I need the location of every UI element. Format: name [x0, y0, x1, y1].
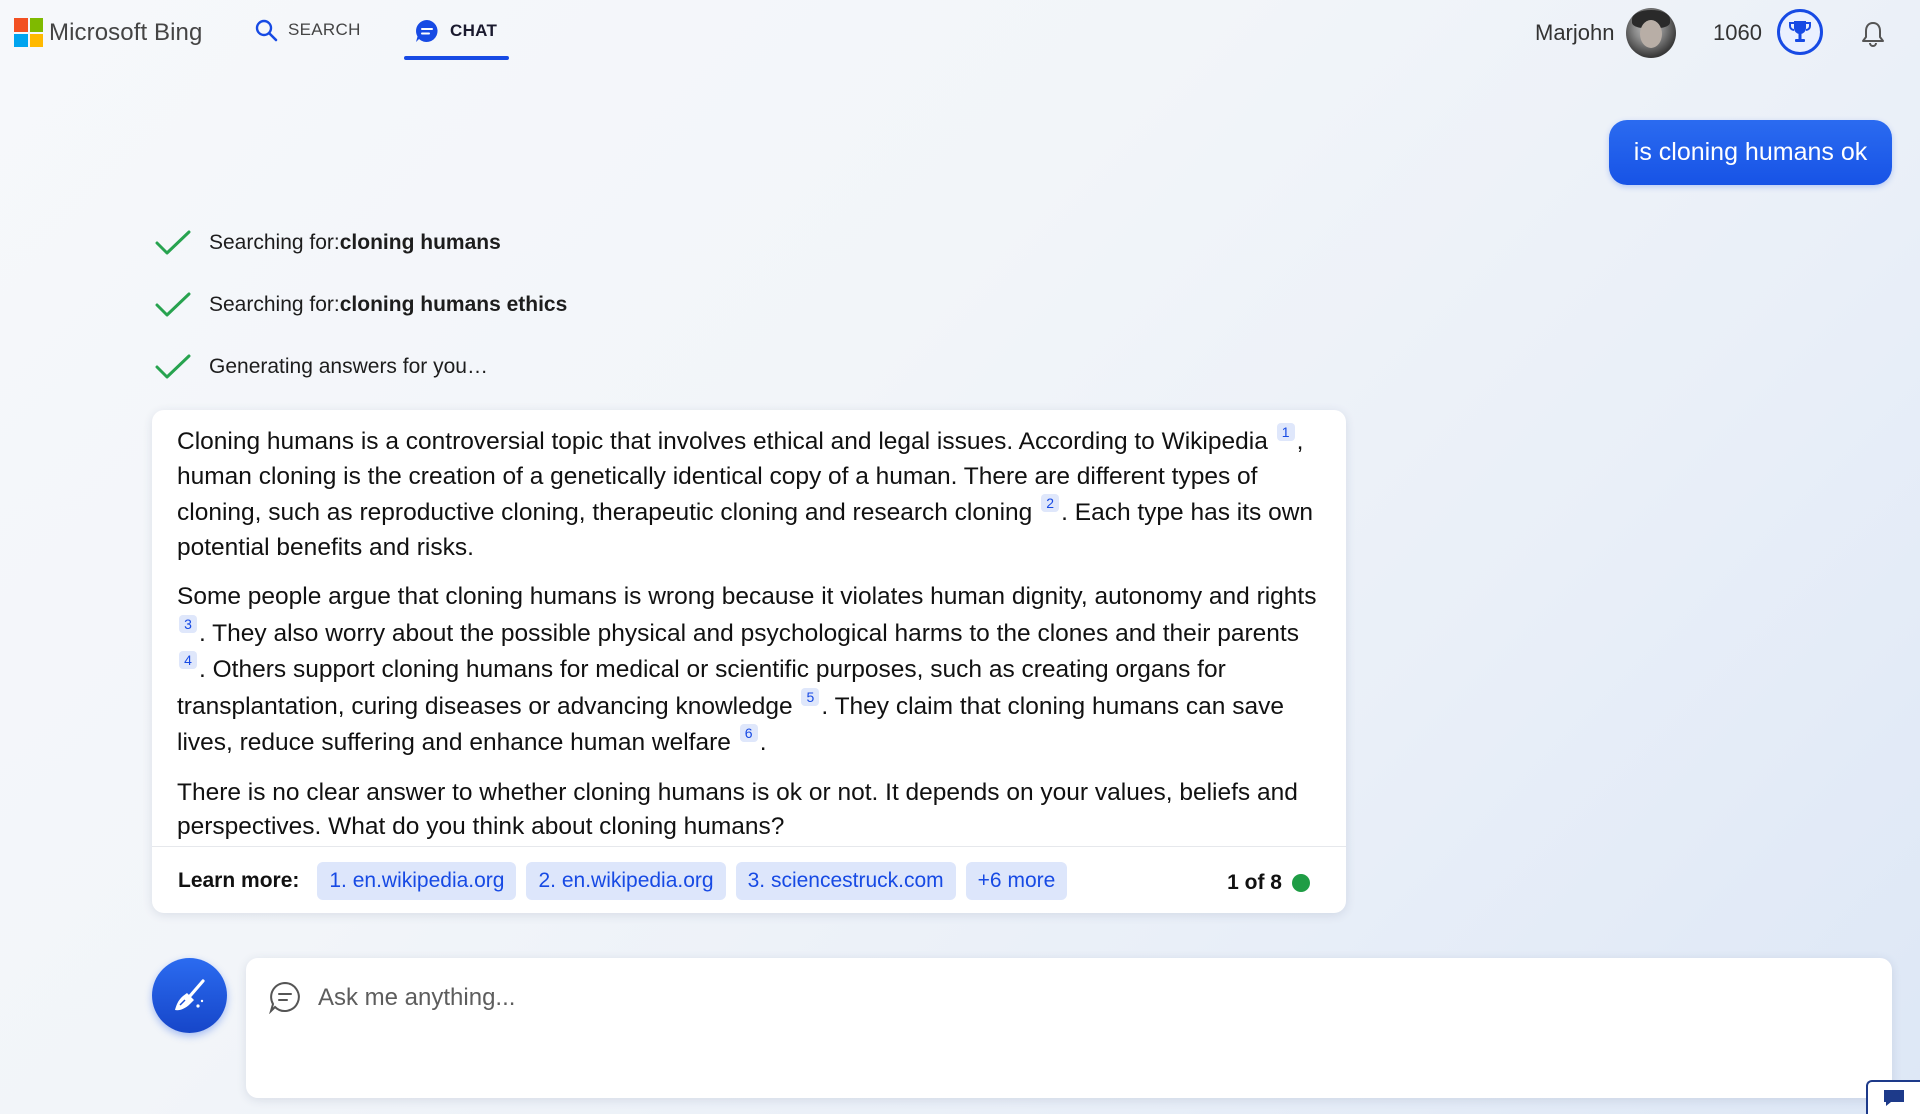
citation-badge[interactable]: 4 — [179, 651, 197, 669]
checkmark-icon — [155, 292, 191, 317]
learn-more-row: Learn more: 1. en.wikipedia.org 2. en.wi… — [178, 862, 1328, 900]
divider — [152, 846, 1346, 847]
source-link[interactable]: 1. en.wikipedia.org — [317, 862, 517, 900]
learn-more-label: Learn more: — [178, 869, 300, 892]
bell-icon[interactable] — [1860, 20, 1886, 53]
tab-chat[interactable]: CHAT — [414, 18, 497, 44]
status-step: Searching for: cloning humans ethics — [155, 292, 567, 318]
avatar[interactable] — [1626, 8, 1676, 58]
status-dot-icon — [1292, 874, 1310, 892]
trophy-icon — [1789, 21, 1811, 42]
chat-input[interactable] — [318, 980, 1718, 1016]
answer-text: . — [759, 729, 767, 756]
microsoft-logo-icon — [14, 18, 43, 47]
answer-paragraph: There is no clear answer to whether clon… — [177, 778, 1298, 841]
citation-badge[interactable]: 2 — [1041, 494, 1060, 512]
answer-text: Cloning humans is a controversial topic … — [177, 428, 1275, 455]
source-link[interactable]: 2. en.wikipedia.org — [526, 862, 726, 900]
answer-text: . They also worry about the possible phy… — [199, 619, 1299, 647]
search-icon — [255, 19, 278, 42]
status-prefix: Generating answers for you… — [209, 355, 488, 378]
active-tab-indicator — [404, 56, 509, 60]
chat-bubble-icon — [416, 20, 438, 42]
feedback-button[interactable] — [1866, 1080, 1920, 1114]
logo-text: Microsoft Bing — [49, 18, 203, 46]
user-message-bubble: is cloning humans ok — [1609, 120, 1892, 185]
answer-body: Cloning humans is a controversial topic … — [177, 423, 1327, 860]
tab-chat-label: CHAT — [450, 21, 498, 40]
answer-card: Cloning humans is a controversial topic … — [152, 410, 1346, 913]
checkmark-icon — [155, 230, 191, 255]
rewards-trophy-icon[interactable] — [1777, 9, 1823, 55]
checkmark-icon — [155, 354, 191, 379]
chat-composer — [246, 958, 1892, 1098]
response-counter: 1 of 8 — [1227, 871, 1310, 895]
avatar-face — [1640, 20, 1662, 48]
chat-prompt-icon — [269, 981, 300, 1014]
rewards-points[interactable]: 1060 — [1713, 20, 1762, 46]
status-step: Searching for: cloning humans — [155, 230, 501, 256]
status-step: Generating answers for you… — [155, 354, 488, 380]
citation-badge[interactable]: 5 — [801, 687, 820, 706]
tab-search[interactable]: SEARCH — [254, 18, 361, 42]
bing-logo[interactable]: Microsoft Bing — [14, 18, 202, 47]
feedback-icon — [1884, 1090, 1904, 1106]
status-prefix: Searching for: — [209, 231, 340, 254]
response-count-text: 1 of 8 — [1227, 871, 1282, 894]
new-topic-button[interactable] — [152, 958, 227, 1033]
broom-icon — [174, 978, 205, 1010]
answer-text: Some people argue that cloning humans is… — [177, 583, 1317, 610]
user-name[interactable]: Marjohn — [1535, 20, 1614, 46]
citation-badge[interactable]: 6 — [739, 724, 758, 742]
source-link[interactable]: 3. sciencestruck.com — [735, 862, 956, 900]
citation-badge[interactable]: 3 — [179, 614, 197, 633]
answer-paragraph: Some people argue that cloning humans is… — [177, 580, 1327, 761]
top-bar: Microsoft Bing SEARCH CHAT Marjohn 1060 — [0, 0, 1920, 70]
status-prefix: Searching for: — [209, 293, 340, 316]
answer-paragraph: Cloning humans is a controversial topic … — [177, 423, 1327, 565]
citation-badge[interactable]: 1 — [1276, 423, 1295, 441]
status-query: cloning humans — [339, 231, 501, 254]
status-query: cloning humans ethics — [339, 293, 568, 316]
more-sources-button[interactable]: +6 more — [965, 862, 1068, 900]
tab-search-label: SEARCH — [288, 20, 361, 39]
